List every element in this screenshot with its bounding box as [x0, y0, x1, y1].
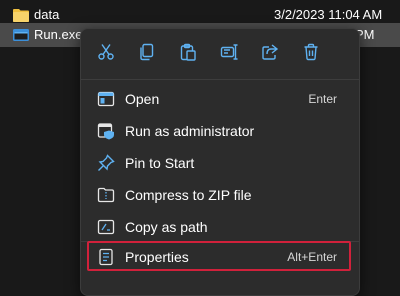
cut-button[interactable]	[94, 42, 118, 66]
open-window-icon	[97, 90, 115, 108]
menu-item-pin-to-start[interactable]: Pin to Start	[87, 147, 351, 179]
menu-item-label: Copy as path	[125, 219, 208, 235]
menu-divider	[81, 79, 359, 80]
file-name: Run.exe	[34, 27, 83, 42]
menu-item-compress-to-zip[interactable]: Compress to ZIP file	[87, 179, 351, 211]
shield-admin-icon	[97, 122, 115, 140]
zip-folder-icon	[97, 186, 115, 204]
file-name: data	[34, 7, 60, 22]
rename-icon	[220, 43, 238, 66]
menu-item-label: Open	[125, 91, 160, 107]
copy-path-icon	[97, 218, 115, 236]
folder-icon	[13, 8, 29, 22]
menu-item-run-as-administrator[interactable]: Run as administrator	[87, 115, 351, 147]
paste-button[interactable]	[176, 42, 200, 66]
copy-button[interactable]	[135, 42, 159, 66]
menu-item-properties[interactable]: Properties Alt+Enter	[87, 241, 351, 271]
menu-item-open[interactable]: Open Enter	[87, 83, 351, 115]
menu-item-shortcut: Alt+Enter	[287, 250, 337, 264]
properties-icon	[97, 248, 115, 266]
rename-button[interactable]	[217, 42, 241, 66]
delete-icon	[302, 43, 320, 66]
pin-icon	[97, 154, 115, 172]
menu-item-label: Compress to ZIP file	[125, 187, 252, 203]
context-menu: Open Enter Run as administrator Pin to S…	[80, 28, 360, 296]
menu-item-label: Properties	[125, 249, 189, 265]
context-menu-toolbar	[81, 29, 359, 79]
share-icon	[261, 43, 279, 66]
application-icon	[13, 28, 29, 42]
paste-icon	[179, 43, 197, 66]
file-modified-date: 3/2/2023 11:04 AM	[274, 7, 383, 22]
menu-item-label: Run as administrator	[125, 123, 255, 139]
menu-item-copy-as-path[interactable]: Copy as path	[87, 211, 351, 243]
menu-item-label: Pin to Start	[125, 155, 195, 171]
delete-button[interactable]	[299, 42, 323, 66]
menu-item-shortcut: Enter	[308, 92, 337, 106]
cut-icon	[97, 43, 115, 66]
share-button[interactable]	[258, 42, 282, 66]
copy-icon	[138, 43, 156, 66]
